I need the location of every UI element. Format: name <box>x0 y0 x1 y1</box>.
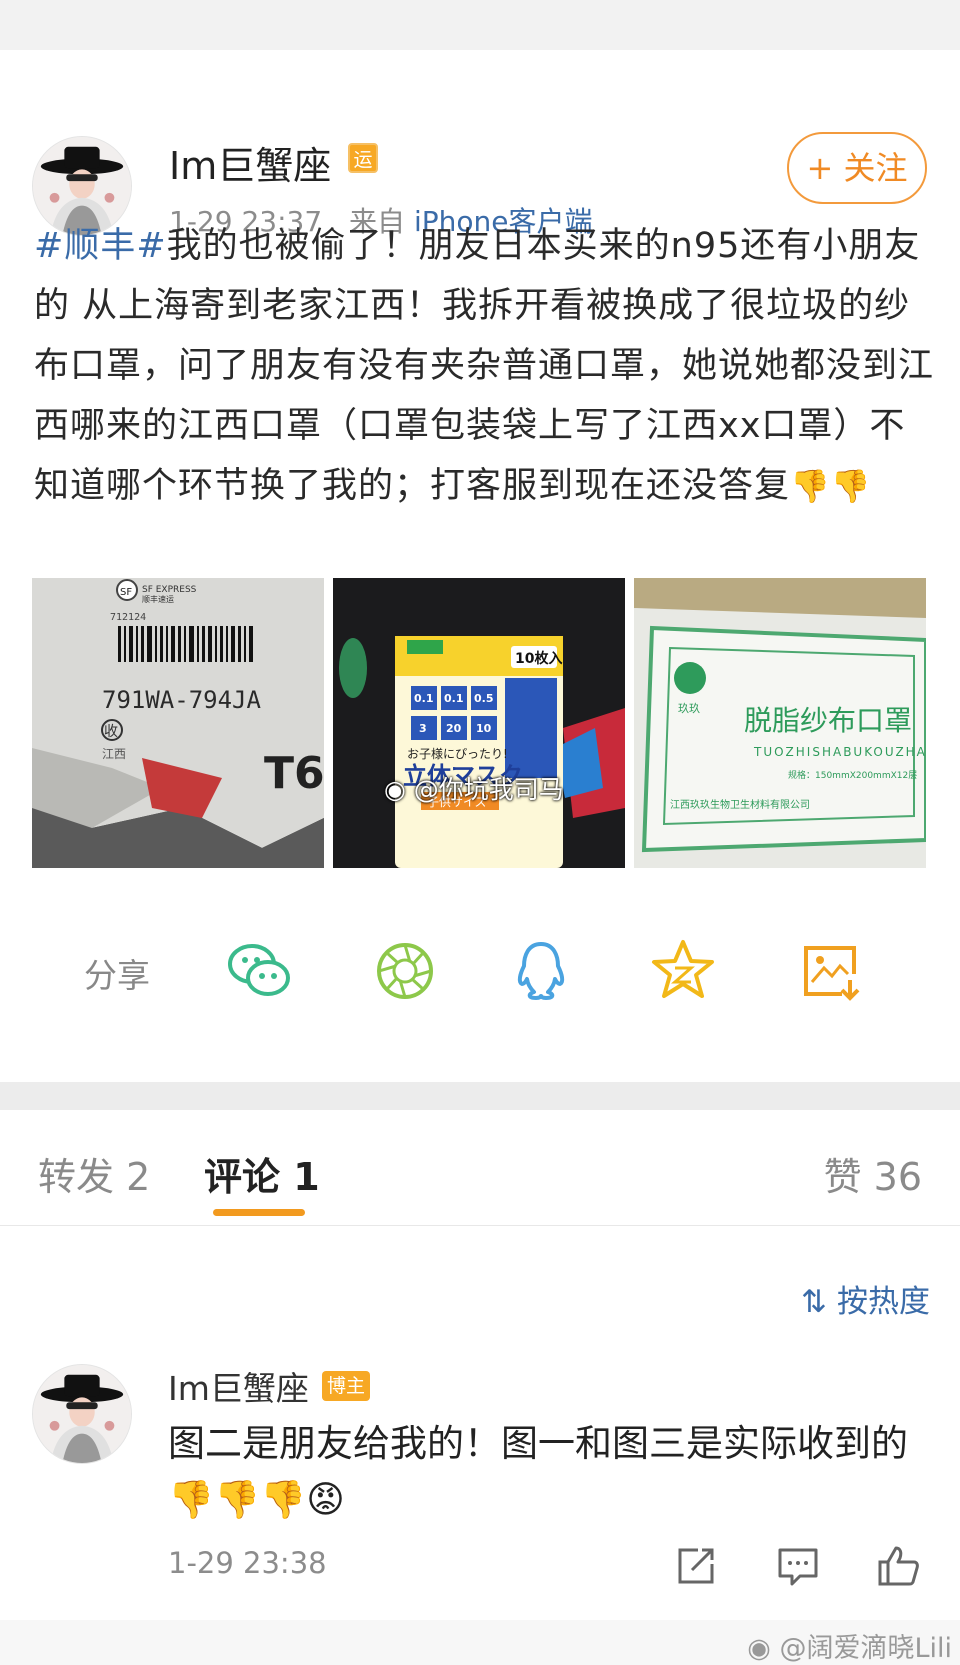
follow-button[interactable]: + 关注 <box>787 132 927 204</box>
mask-size-2: 0.1 <box>444 692 464 705</box>
comment-emoji: 👎👎👎😡 <box>168 1478 345 1521</box>
reply-comment-icon[interactable] <box>776 1544 820 1588</box>
weibo-logo-icon: ◉ <box>384 775 406 804</box>
post-image-3[interactable]: 玖玖 脱脂纱布口罩 TUOZHISHABUKOUZHA 规格：150mmX200… <box>634 578 926 868</box>
yun-badge: 运 <box>348 143 378 173</box>
mask-size-4: 3 <box>419 722 427 735</box>
gauze-pinyin: TUOZHISHABUKOUZHA <box>753 745 926 759</box>
tab-likes[interactable]: 赞 36 <box>824 1146 922 1201</box>
hashtag-link[interactable]: #顺丰# <box>34 226 167 266</box>
like-comment-icon[interactable] <box>876 1544 920 1588</box>
repost-comment-icon[interactable] <box>674 1544 718 1588</box>
mask-size-3: 0.5 <box>474 692 494 705</box>
tab-repost[interactable]: 转发 2 <box>38 1146 150 1201</box>
share-label: 分享 <box>84 956 150 995</box>
post-body: #顺丰#我的也被偷了！朋友日本买来的n95还有小朋友的 从上海寄到老家江西！我拆… <box>34 216 934 516</box>
comment-section: ⇅ 按热度 Im巨蟹座 博主 图二是朋友给我的！图一和图三是实际收到的👎👎👎😡 … <box>0 1226 960 1620</box>
svg-text:SF: SF <box>120 587 132 598</box>
sf-brand-cn: 顺丰速运 <box>142 594 174 604</box>
moments-icon[interactable] <box>370 936 440 1006</box>
mask-size-5: 20 <box>446 722 462 735</box>
gauze-spec: 规格：150mmX200mmX12层 <box>788 769 917 781</box>
section-gap <box>0 1082 960 1110</box>
mask-size-6: 10 <box>476 722 492 735</box>
comment-time: 1-29 23:38 <box>168 1546 327 1580</box>
post-image-1[interactable]: SF SF EXPRESS 顺丰速运 712124 791WA-794JA 收 <box>32 578 324 868</box>
sf-tracking: 791WA-794JA <box>102 686 261 714</box>
footer-watermark: ◉ @阔爱滴晓Lili <box>747 1633 952 1664</box>
comment-body: 图二是朋友给我的！图一和图三是实际收到的 👎👎👎😡 <box>168 1416 928 1528</box>
comment-avatar[interactable] <box>32 1364 132 1464</box>
save-image-icon[interactable] <box>796 936 866 1006</box>
active-tab-indicator <box>213 1209 305 1216</box>
tab-comment[interactable]: 评论 1 <box>204 1146 320 1201</box>
comment-text: 图二是朋友给我的！图一和图三是实际收到的 <box>168 1422 908 1465</box>
mask-tagline: お子様にぴったり! <box>407 747 508 761</box>
sf-number: T6 <box>264 748 324 799</box>
weibo-logo-icon: ◉ <box>747 1633 771 1664</box>
sf-region: 江西 <box>102 747 126 761</box>
image-watermark: ◉ @你坑我司马 <box>384 775 564 804</box>
sf-brand: SF EXPRESS <box>142 585 197 595</box>
author-badge: 博主 <box>322 1371 370 1401</box>
top-strip <box>0 0 960 50</box>
sf-stamp: 收 <box>104 724 118 740</box>
thumbs-down-emoji: 👎👎 <box>790 467 872 505</box>
sf-code: 712124 <box>110 612 146 623</box>
wechat-icon[interactable] <box>224 936 294 1006</box>
post-image-2[interactable]: 10枚入 0.1 0.1 0.5 3 20 10 お子様にぴったり! 立体マスク… <box>333 578 625 868</box>
mask-count: 10枚入 <box>515 650 562 667</box>
qq-icon[interactable] <box>506 936 576 1006</box>
post-card: Im巨蟹座 运 1-29 23:37 来自 iPhone客户端 + 关注 #顺丰… <box>0 50 960 1082</box>
sort-icon: ⇅ <box>801 1284 828 1320</box>
gauze-product: 脱脂纱布口罩 <box>744 704 912 737</box>
interaction-tabs: 转发 2 评论 1 赞 36 <box>0 1110 960 1226</box>
gauze-maker: 江西玖玖生物卫生材料有限公司 <box>670 798 810 811</box>
comment-author[interactable]: Im巨蟹座 <box>168 1362 309 1410</box>
qzone-icon[interactable] <box>648 936 718 1006</box>
sort-by-hot-button[interactable]: ⇅ 按热度 <box>801 1276 930 1321</box>
gauze-brand: 玖玖 <box>678 702 700 715</box>
author-name[interactable]: Im巨蟹座 <box>169 135 331 190</box>
mask-size-1: 0.1 <box>414 692 434 705</box>
